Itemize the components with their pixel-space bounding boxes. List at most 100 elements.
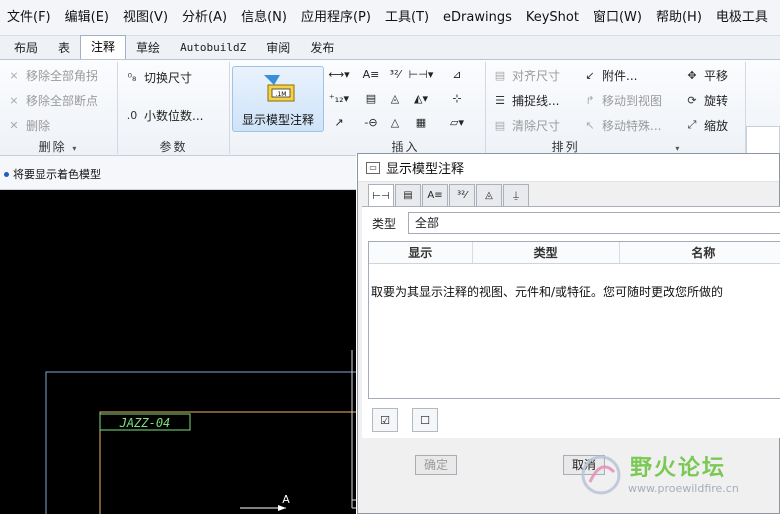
move-to-view-icon: ↱ xyxy=(585,93,595,107)
symbol-tab-icon: ◬ xyxy=(485,190,493,201)
decimals-icon: .0 xyxy=(126,108,138,122)
show-annotations-icon: .1M xyxy=(264,75,295,102)
align-dims-icon: ▤ xyxy=(494,68,506,82)
align-dims-label: 对齐尺寸 xyxy=(512,68,561,83)
datum-target-icon[interactable]: ⊿ xyxy=(446,64,468,84)
select-all-button[interactable]: ☑ xyxy=(372,408,398,432)
surface-finish-tab-icon: ³²⁄ xyxy=(457,190,467,201)
leader-icon[interactable]: ↗ xyxy=(328,112,350,132)
gtol-icon[interactable]: ▤ xyxy=(360,88,382,108)
watermark-logo-icon xyxy=(581,455,621,495)
menu-item-0[interactable]: 文件(F) xyxy=(0,0,58,36)
show-model-annotations-dialog: ▭ 显示模型注释 ⊢⊣ ▤ A≡ ³²⁄ ◬ ⍊ 类型 全部 显示 类型 名称 … xyxy=(357,153,780,514)
column-type[interactable]: 类型 xyxy=(473,242,620,263)
delete-group: ⨯ 移除全部角拐 ⨯ 移除全部断点 ✕ 删除 删除 ▾ xyxy=(0,62,118,154)
dialog-body: 类型 全部 显示 类型 名称 取要为其显示注释的视图、元件和/或特征。您可随时更… xyxy=(362,206,780,438)
capture-line-label: 捕捉线... xyxy=(512,93,560,108)
clean-dims-label: 清除尺寸 xyxy=(512,118,561,133)
ordinate-dimension-icon[interactable]: ⊢⊣▾ xyxy=(409,64,434,84)
column-show[interactable]: 显示 xyxy=(369,242,473,263)
menu-item-10[interactable]: 帮助(H) xyxy=(649,0,709,36)
insert-group-label: 插入 xyxy=(391,140,420,154)
datum-plane-icon[interactable]: ▱▾ xyxy=(446,112,468,132)
tab-dimensions[interactable]: ⊢⊣ xyxy=(368,184,394,207)
show-model-annotations-button[interactable]: .1M 显示模型注释 xyxy=(232,66,324,132)
ribbon: ⨯ 移除全部角拐 ⨯ 移除全部断点 ✕ 删除 删除 ▾ ⁰₈ 切换尺寸 .0 小… xyxy=(0,60,780,192)
watermark-title: 野火论坛 xyxy=(630,456,727,481)
ok-button[interactable]: 确定 xyxy=(415,455,457,475)
translate-label: 平移 xyxy=(704,68,729,83)
remove-break-icon: ⨯ xyxy=(9,93,19,107)
align-dims-button[interactable]: ▤ 对齐尺寸 xyxy=(492,64,560,86)
menu-item-6[interactable]: 工具(T) xyxy=(378,0,436,36)
translate-button[interactable]: ✥ 平移 xyxy=(684,64,728,86)
tab-4[interactable]: AutobuildZ xyxy=(170,37,256,59)
axis-icon[interactable]: ⊹ xyxy=(446,88,468,108)
menu-item-9[interactable]: 窗口(W) xyxy=(586,0,649,36)
menu-item-1[interactable]: 编辑(E) xyxy=(58,0,116,36)
tab-symbols[interactable]: ◬ xyxy=(476,184,502,206)
annotation-table[interactable]: 显示 类型 名称 取要为其显示注释的视图、元件和/或特征。您可随时更改您所做的 xyxy=(368,241,780,399)
type-dropdown[interactable]: 全部 xyxy=(408,212,780,234)
tab-1[interactable]: 表 xyxy=(48,37,80,59)
table-hint: 取要为其显示注释的视图、元件和/或特征。您可随时更改您所做的 xyxy=(371,285,724,299)
column-name[interactable]: 名称 xyxy=(620,242,780,263)
datum-feature-icon[interactable]: ◭▾ xyxy=(410,88,432,108)
decimals-button[interactable]: .0 小数位数... xyxy=(124,104,204,126)
cosmetic-sketch-icon[interactable]: ▦ xyxy=(410,112,432,132)
tab-datums[interactable]: ⍊ xyxy=(503,184,529,206)
remove-all-breaks-label: 移除全部断点 xyxy=(26,93,99,108)
menu-item-3[interactable]: 分析(A) xyxy=(175,0,234,36)
menu-item-8[interactable]: KeyShot xyxy=(519,0,586,36)
tab-surface-finish[interactable]: ³²⁄ xyxy=(449,184,475,206)
deselect-all-button[interactable]: ☐ xyxy=(412,408,438,432)
reference-dimension-icon[interactable]: ⁺₁₂▾ xyxy=(328,88,350,108)
capture-line-button[interactable]: ☰ 捕捉线... xyxy=(492,89,559,111)
show-model-annotations-label: 显示模型注释 xyxy=(241,113,314,127)
surface-finish-icon[interactable]: ³²⁄ xyxy=(384,64,406,84)
watermark-url: www.proewildfire.cn xyxy=(628,482,739,495)
toggle-dims-button[interactable]: ⁰₈ 切换尺寸 xyxy=(124,66,192,88)
menu-item-4[interactable]: 信息(N) xyxy=(234,0,294,36)
menu-item-2[interactable]: 视图(V) xyxy=(116,0,175,36)
menu-item-5[interactable]: 应用程序(P) xyxy=(294,0,378,36)
remove-all-angles-label: 移除全部角拐 xyxy=(26,68,99,83)
attach-button[interactable]: ↙ 附件... xyxy=(582,64,637,86)
tab-6[interactable]: 发布 xyxy=(300,37,344,59)
arrange-group: ▤ 对齐尺寸 ↙ 附件... ✥ 平移 ☰ 捕捉线... ↱ 移动到视图 ⟳ 旋… xyxy=(488,62,746,154)
rotate-button[interactable]: ⟳ 旋转 xyxy=(684,89,728,111)
move-special-button[interactable]: ↖ 移动特殊... xyxy=(582,114,661,136)
move-to-view-button[interactable]: ↱ 移动到视图 xyxy=(582,89,662,111)
scale-icon: ⤢ xyxy=(687,118,697,131)
scale-button[interactable]: ⤢ 缩放 xyxy=(684,114,728,136)
tab-2[interactable]: 注释 xyxy=(80,35,127,59)
balloon-icon[interactable]: -⊖ xyxy=(360,112,382,132)
decimals-label: 小数位数... xyxy=(144,108,204,123)
menu-item-11[interactable]: 电极工具 xyxy=(709,0,775,36)
status-message: 将要显示着色模型 xyxy=(4,166,101,182)
tab-0[interactable]: 布局 xyxy=(4,37,48,59)
status-message-text: 将要显示着色模型 xyxy=(13,168,101,181)
clean-dims-button[interactable]: ▤ 清除尺寸 xyxy=(492,114,560,136)
delete-label: 删除 xyxy=(26,118,51,133)
datum-tab-icon: ⍊ xyxy=(513,190,519,201)
params-group: ⁰₈ 切换尺寸 .0 小数位数... 参数 xyxy=(118,62,230,154)
type-value: 全部 xyxy=(415,216,440,230)
remove-all-breaks-button[interactable]: ⨯ 移除全部断点 xyxy=(6,89,98,111)
menu-item-7[interactable]: eDrawings xyxy=(436,0,519,36)
type-row: 类型 xyxy=(372,215,396,232)
dimension-icon[interactable]: ⟷▾ xyxy=(328,64,350,84)
delete-button[interactable]: ✕ 删除 xyxy=(6,114,50,136)
dimension-tab-icon: ⊢⊣ xyxy=(372,190,390,202)
remove-angle-icon: ⨯ xyxy=(9,68,19,82)
tab-gtol[interactable]: ▤ xyxy=(395,184,421,206)
remove-all-angles-button[interactable]: ⨯ 移除全部角拐 xyxy=(6,64,98,86)
weld-symbol-icon[interactable]: △ xyxy=(384,112,406,132)
note-icon[interactable]: A≡ xyxy=(360,64,382,84)
symbol-icon[interactable]: ◬ xyxy=(384,88,406,108)
tab-notes[interactable]: A≡ xyxy=(422,184,448,206)
note-label: JAZZ-04 xyxy=(119,416,171,430)
tab-5[interactable]: 审阅 xyxy=(256,37,300,59)
tab-3[interactable]: 草绘 xyxy=(126,37,170,59)
insert-group: ⟷▾ A≡ ³²⁄ ⊢⊣▾ ⊿ ⁺₁₂▾ ▤ ◬ ◭▾ ⊹ ↗ -⊖ △ ▦ ▱… xyxy=(326,62,486,154)
